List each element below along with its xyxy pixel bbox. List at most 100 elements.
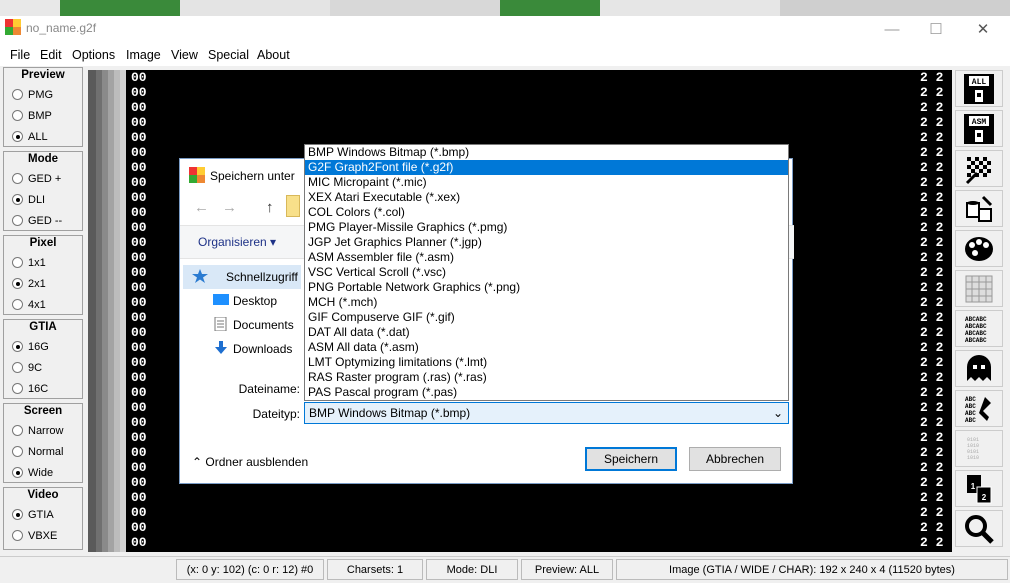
nav-documents[interactable]: Documents: [233, 318, 294, 332]
radio-option[interactable]: PMG: [12, 88, 53, 102]
filetype-option[interactable]: MIC Micropaint (*.mic): [305, 175, 788, 190]
radio-option[interactable]: BMP: [12, 109, 52, 123]
bit-pattern-icon: 0101 1010 0101 1010: [963, 433, 995, 465]
radio-option[interactable]: Normal: [12, 445, 63, 459]
radio-option[interactable]: GTIA: [12, 508, 54, 522]
filetype-option[interactable]: PMG Player-Missile Graphics (*.pmg): [305, 220, 788, 235]
menu-special[interactable]: Special: [208, 48, 249, 62]
filetype-option[interactable]: MCH (*.mch): [305, 295, 788, 310]
svg-text:1010: 1010: [967, 455, 979, 461]
row-values-column: 00 00 00 00 00 00 00 00 00 00 00 00 00 00 00 00 00 00 00 00…: [131, 70, 155, 550]
row-value: 00: [131, 535, 147, 550]
radio-button-icon: [12, 110, 23, 121]
filetype-option[interactable]: LMT Optymizing limitations (*.lmt): [305, 355, 788, 370]
group-title: GTIA: [29, 321, 57, 333]
filetype-option[interactable]: RAS Raster program (.ras) (*.ras): [305, 370, 788, 385]
row-value: 00: [131, 325, 147, 340]
filetype-option[interactable]: ASM All data (*.asm): [305, 340, 788, 355]
radio-label: ALL: [28, 131, 48, 143]
minimize-button[interactable]: —: [869, 16, 915, 44]
organize-button[interactable]: Organisieren ▾: [198, 235, 276, 249]
radio-option[interactable]: DLI: [12, 193, 45, 207]
filetype-option[interactable]: GIF Compuserve GIF (*.gif): [305, 310, 788, 325]
nav-downloads[interactable]: Downloads: [233, 342, 292, 356]
radio-option[interactable]: ALL: [12, 130, 48, 144]
maximize-button[interactable]: ☐: [913, 16, 959, 44]
row-value: 00: [131, 475, 147, 490]
radio-option[interactable]: 2x1: [12, 277, 46, 291]
nav-desktop[interactable]: Desktop: [233, 294, 277, 308]
menu-edit[interactable]: Edit: [40, 48, 62, 62]
filetype-option[interactable]: PNG Portable Network Graphics (*.png): [305, 280, 788, 295]
radio-option[interactable]: 16C: [12, 382, 48, 396]
folder-icon[interactable]: [286, 195, 300, 217]
right-value: 2 2: [920, 115, 944, 130]
radio-option[interactable]: Wide: [12, 466, 53, 480]
svg-text:ABC: ABC: [965, 396, 976, 403]
filetype-option[interactable]: BMP Windows Bitmap (*.bmp): [305, 145, 788, 160]
tool-button[interactable]: [955, 510, 1003, 547]
svg-text:ABCABC: ABCABC: [965, 337, 987, 344]
radio-option[interactable]: 4x1: [12, 298, 46, 312]
nav-quick-access[interactable]: Schnellzugriff: [226, 270, 298, 284]
hide-folders-toggle[interactable]: ⌃ Ordner ausblenden: [192, 455, 308, 469]
cancel-button[interactable]: Abbrechen: [689, 447, 781, 471]
filetype-option[interactable]: ASM Assembler file (*.asm): [305, 250, 788, 265]
row-value: 00: [131, 160, 147, 175]
row-value: 00: [131, 445, 147, 460]
tool-button[interactable]: ALL: [955, 70, 1003, 107]
menu-image[interactable]: Image: [126, 48, 161, 62]
row-value: 00: [131, 460, 147, 475]
radio-option[interactable]: VBXE: [12, 529, 57, 543]
filetype-option[interactable]: XEX Atari Executable (*.xex): [305, 190, 788, 205]
save-button[interactable]: Speichern: [585, 447, 677, 471]
radio-option[interactable]: 1x1: [12, 256, 46, 270]
group-mode: ModeGED +DLIGED --PGR: [3, 151, 83, 248]
star-icon: [192, 269, 208, 283]
radio-option[interactable]: 16G: [12, 340, 49, 354]
filetype-option[interactable]: VSC Vertical Scroll (*.vsc): [305, 265, 788, 280]
back-arrow-icon[interactable]: ←: [194, 199, 209, 216]
tool-button[interactable]: [955, 190, 1003, 227]
right-value: 2 2: [920, 400, 944, 415]
right-value: 2 2: [920, 70, 944, 85]
row-value: 00: [131, 220, 147, 235]
tool-button[interactable]: 0101 1010 0101 1010: [955, 430, 1003, 467]
filetype-option[interactable]: G2F Graph2Font file (*.g2f): [305, 160, 788, 175]
tool-button[interactable]: 12: [955, 470, 1003, 507]
menu-about[interactable]: About: [257, 48, 290, 62]
radio-option[interactable]: Narrow: [12, 424, 63, 438]
radio-option[interactable]: GED --: [12, 214, 62, 228]
tool-button[interactable]: [955, 150, 1003, 187]
up-arrow-icon[interactable]: ↑: [266, 199, 274, 216]
tool-button[interactable]: [955, 270, 1003, 307]
radio-option[interactable]: GED +: [12, 172, 61, 186]
menu-options[interactable]: Options: [72, 48, 115, 62]
right-value: 2 2: [920, 295, 944, 310]
radio-button-icon: [12, 362, 23, 373]
tool-button[interactable]: ABC ABC ABC ABC: [955, 390, 1003, 427]
radio-option[interactable]: 9C: [12, 361, 42, 375]
tool-button[interactable]: ASM: [955, 110, 1003, 147]
group-title: Pixel: [29, 237, 57, 249]
filetype-option[interactable]: JGP Jet Graphics Planner (*.jgp): [305, 235, 788, 250]
group-title: Preview: [21, 69, 65, 81]
tool-button[interactable]: [955, 350, 1003, 387]
right-value: 2 2: [920, 85, 944, 100]
save-asm-disk-icon: ASM: [963, 113, 995, 145]
chevron-up-icon: ⌃: [192, 455, 203, 469]
right-value: 2 2: [920, 445, 944, 460]
filetype-option[interactable]: DAT All data (*.dat): [305, 325, 788, 340]
filetype-option[interactable]: COL Colors (*.col): [305, 205, 788, 220]
menu-file[interactable]: File: [10, 48, 30, 62]
close-button[interactable]: ✕: [960, 16, 1006, 44]
tool-button[interactable]: [955, 230, 1003, 267]
forward-arrow-icon[interactable]: →: [222, 199, 237, 216]
row-value: 00: [131, 400, 147, 415]
tool-button[interactable]: ABCABC ABCABC ABCABC ABCABC: [955, 310, 1003, 347]
group-pixel: Pixel 1x1 2x1 4x1: [3, 235, 83, 315]
filetype-label: Dateityp:: [252, 407, 300, 421]
menu-view[interactable]: View: [171, 48, 198, 62]
filetype-select[interactable]: BMP Windows Bitmap (*.bmp) ⌄: [304, 402, 789, 424]
filetype-option[interactable]: PAS Pascal program (*.pas): [305, 385, 788, 400]
